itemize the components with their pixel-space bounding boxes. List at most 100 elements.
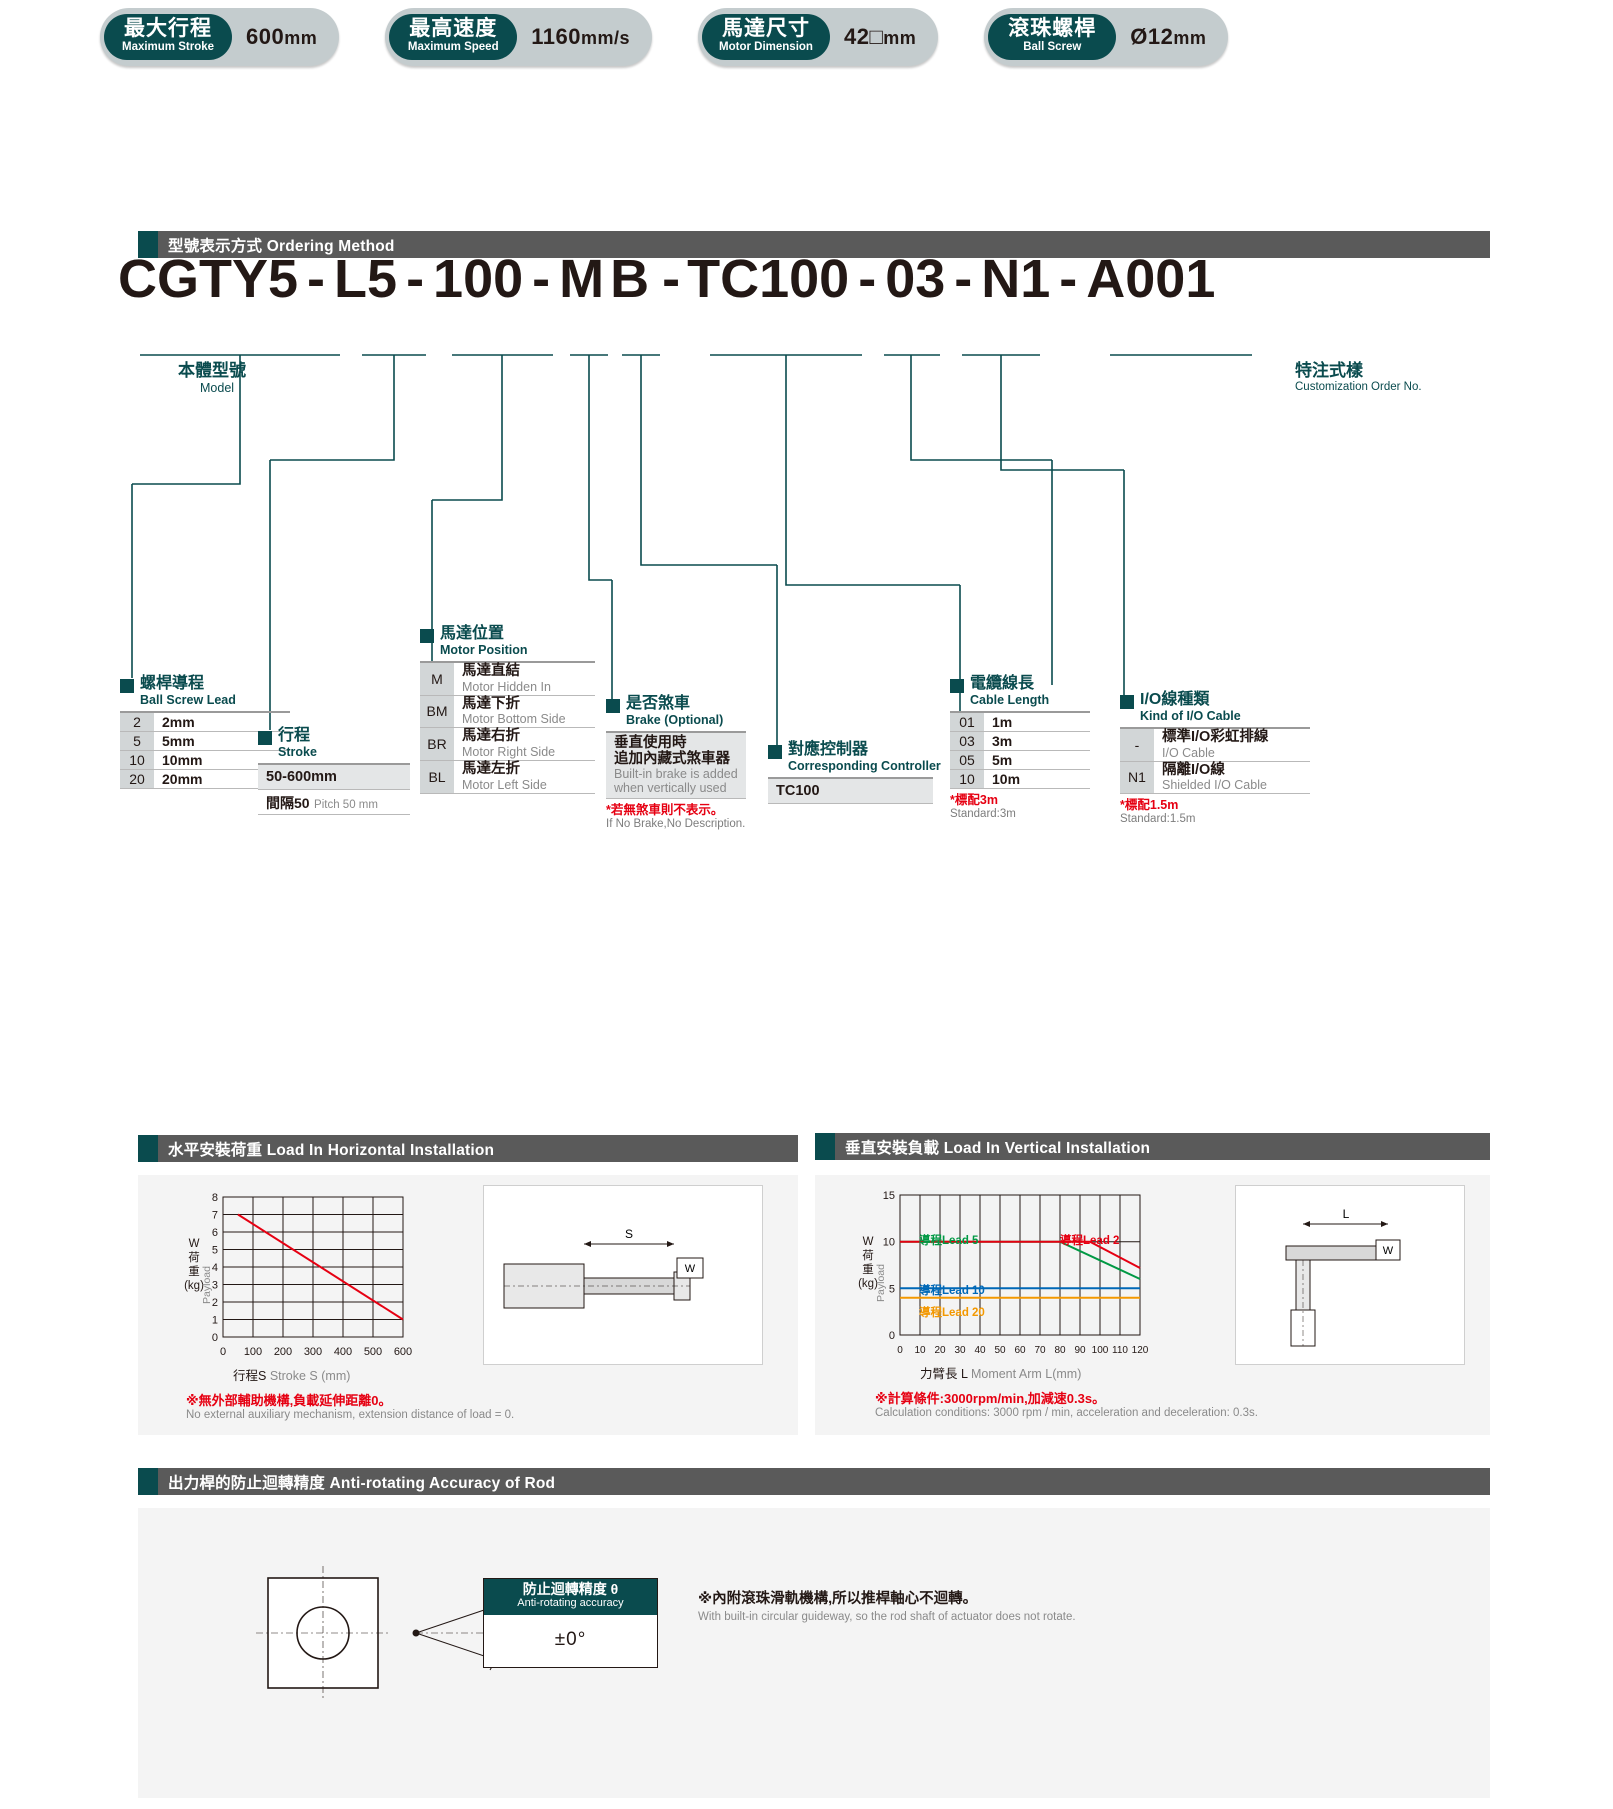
legend-title-en: Cable Length xyxy=(970,693,1050,707)
badge-pill: 馬達尺寸 Motor Dimension xyxy=(702,14,830,60)
legend-io-cable: I/O線種類 Kind of I/O Cable - 標準I/O彩虹排線 I/O … xyxy=(1120,691,1310,827)
svg-text:0: 0 xyxy=(212,1332,218,1344)
cable-length-option-table: 01 1m 03 3m 05 5m 10 10m xyxy=(950,711,1090,789)
legend-header: I/O線種類 xyxy=(1120,691,1310,709)
legend-title-en: Corresponding Controller xyxy=(788,759,941,773)
section-header-anti-rotating: 出力桿的防止迴轉精度 Anti-rotating Accuracy of Rod xyxy=(138,1468,1490,1495)
option-code: 10 xyxy=(950,769,984,789)
section-header-horizontal-load: 水平安裝荷重 Load In Horizontal Installation xyxy=(138,1135,798,1162)
legend-controller: 對應控制器 Corresponding Controller TC100 xyxy=(768,741,953,804)
legend-title-cn: I/O線種類 xyxy=(1140,691,1210,708)
table-row: - 標準I/O彩虹排線 I/O Cable xyxy=(1120,726,1310,762)
svg-text:Payload: Payload xyxy=(201,1266,213,1304)
vertical-load-chart: 151050 0 10 20 30 40 50 60 70 80 90 100 110 120 … xyxy=(858,1190,1149,1356)
svg-text:荷: 荷 xyxy=(188,1251,200,1264)
legend-square-icon xyxy=(1120,695,1134,709)
option-value: 標準I/O彩虹排線 I/O Cable xyxy=(1154,726,1310,762)
table-row: BR 馬達右折 Motor Right Side xyxy=(420,727,595,761)
svg-text:W: W xyxy=(1383,1245,1394,1257)
option-code: BL xyxy=(420,760,454,794)
legend-header: 對應控制器 xyxy=(768,741,953,759)
svg-text:0: 0 xyxy=(889,1330,895,1342)
code-part-custom: A001 xyxy=(1086,249,1216,309)
vertical-xaxis-label: 力臂長 L Moment Arm L(mm) xyxy=(920,1367,1082,1381)
section-title: 出力桿的防止迴轉精度 Anti-rotating Accuracy of Rod xyxy=(168,1474,556,1492)
svg-text:重: 重 xyxy=(862,1262,874,1276)
controller-value: TC100 xyxy=(768,777,933,804)
badge-value: 600mm xyxy=(246,24,318,49)
anti-rotating-accuracy-box: 防止迴轉精度 θ Anti-rotating accuracy ±0° xyxy=(483,1578,658,1668)
svg-text:重: 重 xyxy=(188,1264,200,1278)
code-dash: - xyxy=(1059,249,1078,309)
svg-text:100: 100 xyxy=(244,1346,262,1358)
legend-header: 螺桿導程 xyxy=(120,675,290,693)
svg-text:8: 8 xyxy=(212,1192,218,1204)
legend-title-cn: 螺桿導程 xyxy=(140,675,205,692)
badge-motor-dimension: 馬達尺寸 Motor Dimension 42□mm xyxy=(698,8,939,66)
code-part-controller: TC100 xyxy=(687,249,850,309)
lead2-label: 導程Lead 2 xyxy=(1060,1235,1120,1247)
legend-header: 馬達位置 xyxy=(420,625,595,643)
table-row: 01 1m xyxy=(950,711,1090,732)
section-tick xyxy=(138,1468,158,1495)
option-value: 5m xyxy=(984,750,1090,770)
code-dash: - xyxy=(858,249,877,309)
svg-text:110: 110 xyxy=(1112,1345,1128,1356)
badge-pill: 最大行程 Maximum Stroke xyxy=(104,14,232,60)
legend-title-cn: 對應控制器 xyxy=(788,741,869,758)
svg-text:0: 0 xyxy=(220,1346,226,1358)
option-code: 01 xyxy=(950,711,984,732)
option-code: - xyxy=(1120,726,1154,762)
option-code: 05 xyxy=(950,750,984,770)
section-title: 水平安裝荷重 Load In Horizontal Installation xyxy=(168,1141,495,1159)
accuracy-title-en: Anti-rotating accuracy xyxy=(517,1597,624,1610)
option-code: 20 xyxy=(120,769,154,789)
svg-text:50: 50 xyxy=(994,1345,1006,1356)
badge-label-cn: 最大行程 xyxy=(124,17,212,41)
svg-text:70: 70 xyxy=(1034,1345,1046,1356)
svg-text:30: 30 xyxy=(954,1345,966,1356)
vertical-load-panel: 15 10 5 0 0 10 20 30 40 50 60 70 80 90 100 110 120 … xyxy=(815,1175,1490,1435)
option-code: M xyxy=(420,660,454,696)
badge-label-cn: 滾珠螺桿 xyxy=(1008,17,1097,41)
svg-text:1: 1 xyxy=(212,1315,218,1327)
option-value: 10m xyxy=(984,769,1090,789)
option-code: BM xyxy=(420,695,454,729)
svg-text:6: 6 xyxy=(212,1227,218,1239)
legend-motor-position: 馬達位置 Motor Position M 馬達直結 Motor Hidden I… xyxy=(420,625,595,794)
svg-text:60: 60 xyxy=(1014,1345,1026,1356)
table-row: 05 5m xyxy=(950,750,1090,770)
order-code: CGTY5- L5-100- M B - TC100-03- N1- A001 xyxy=(118,248,1298,309)
brake-note: *若無煞車則不表示。 If No Brake,No Description. xyxy=(606,803,746,831)
table-row: BM 馬達下折 Motor Bottom Side xyxy=(420,695,595,729)
accuracy-box-header: 防止迴轉精度 θ Anti-rotating accuracy xyxy=(484,1579,657,1615)
code-part-cable-length: 03 xyxy=(885,249,946,309)
cable-length-note: *標配3m Standard:3m xyxy=(950,793,1016,820)
svg-text:20: 20 xyxy=(934,1345,946,1356)
option-value: 馬達下折 Motor Bottom Side xyxy=(454,695,595,729)
order-code-custom-label: 特注式樣 Customization Order No. xyxy=(1295,361,1422,393)
legend-square-icon xyxy=(768,745,782,759)
anti-rotating-note: ※內附滾珠滑軌機構,所以推桿軸心不迴轉。 With built-in circu… xyxy=(698,1591,1076,1623)
badge-label-cn: 最高速度 xyxy=(409,17,498,41)
motor-position-option-table: M 馬達直結 Motor Hidden In BM 馬達下折 Motor Botto… xyxy=(420,660,595,794)
section-header-vertical-load: 垂直安裝負載 Load In Vertical Installation xyxy=(815,1133,1490,1160)
lead20-label: 導程Lead 20 xyxy=(919,1307,985,1319)
code-dash: - xyxy=(954,249,973,309)
svg-text:7: 7 xyxy=(212,1210,218,1222)
section-tick xyxy=(815,1133,835,1160)
legend-title-cn: 是否煞車 xyxy=(626,695,691,712)
option-code: BR xyxy=(420,727,454,761)
svg-text:Payload: Payload xyxy=(875,1264,887,1302)
legend-stroke: 行程 Stroke 50-600mm 間隔50 Pitch 50 mm xyxy=(258,727,418,815)
vertical-schematic-drawing: W L xyxy=(1285,1207,1401,1347)
legend-title-cn: 電纜線長 xyxy=(970,675,1035,692)
lead5-label: 導程Lead 5 xyxy=(919,1235,979,1247)
table-row: M 馬達直結 Motor Hidden In xyxy=(420,660,595,696)
code-dash: - xyxy=(662,249,681,309)
lead10-label: 導程Lead 10 xyxy=(919,1285,985,1297)
code-dash: - xyxy=(307,249,326,309)
legend-brake: 是否煞車 Brake (Optional) 垂直使用時 追加內藏式煞車器 Bui… xyxy=(606,695,764,832)
legend-title-en: Stroke xyxy=(278,745,317,759)
legend-square-icon xyxy=(120,679,134,693)
